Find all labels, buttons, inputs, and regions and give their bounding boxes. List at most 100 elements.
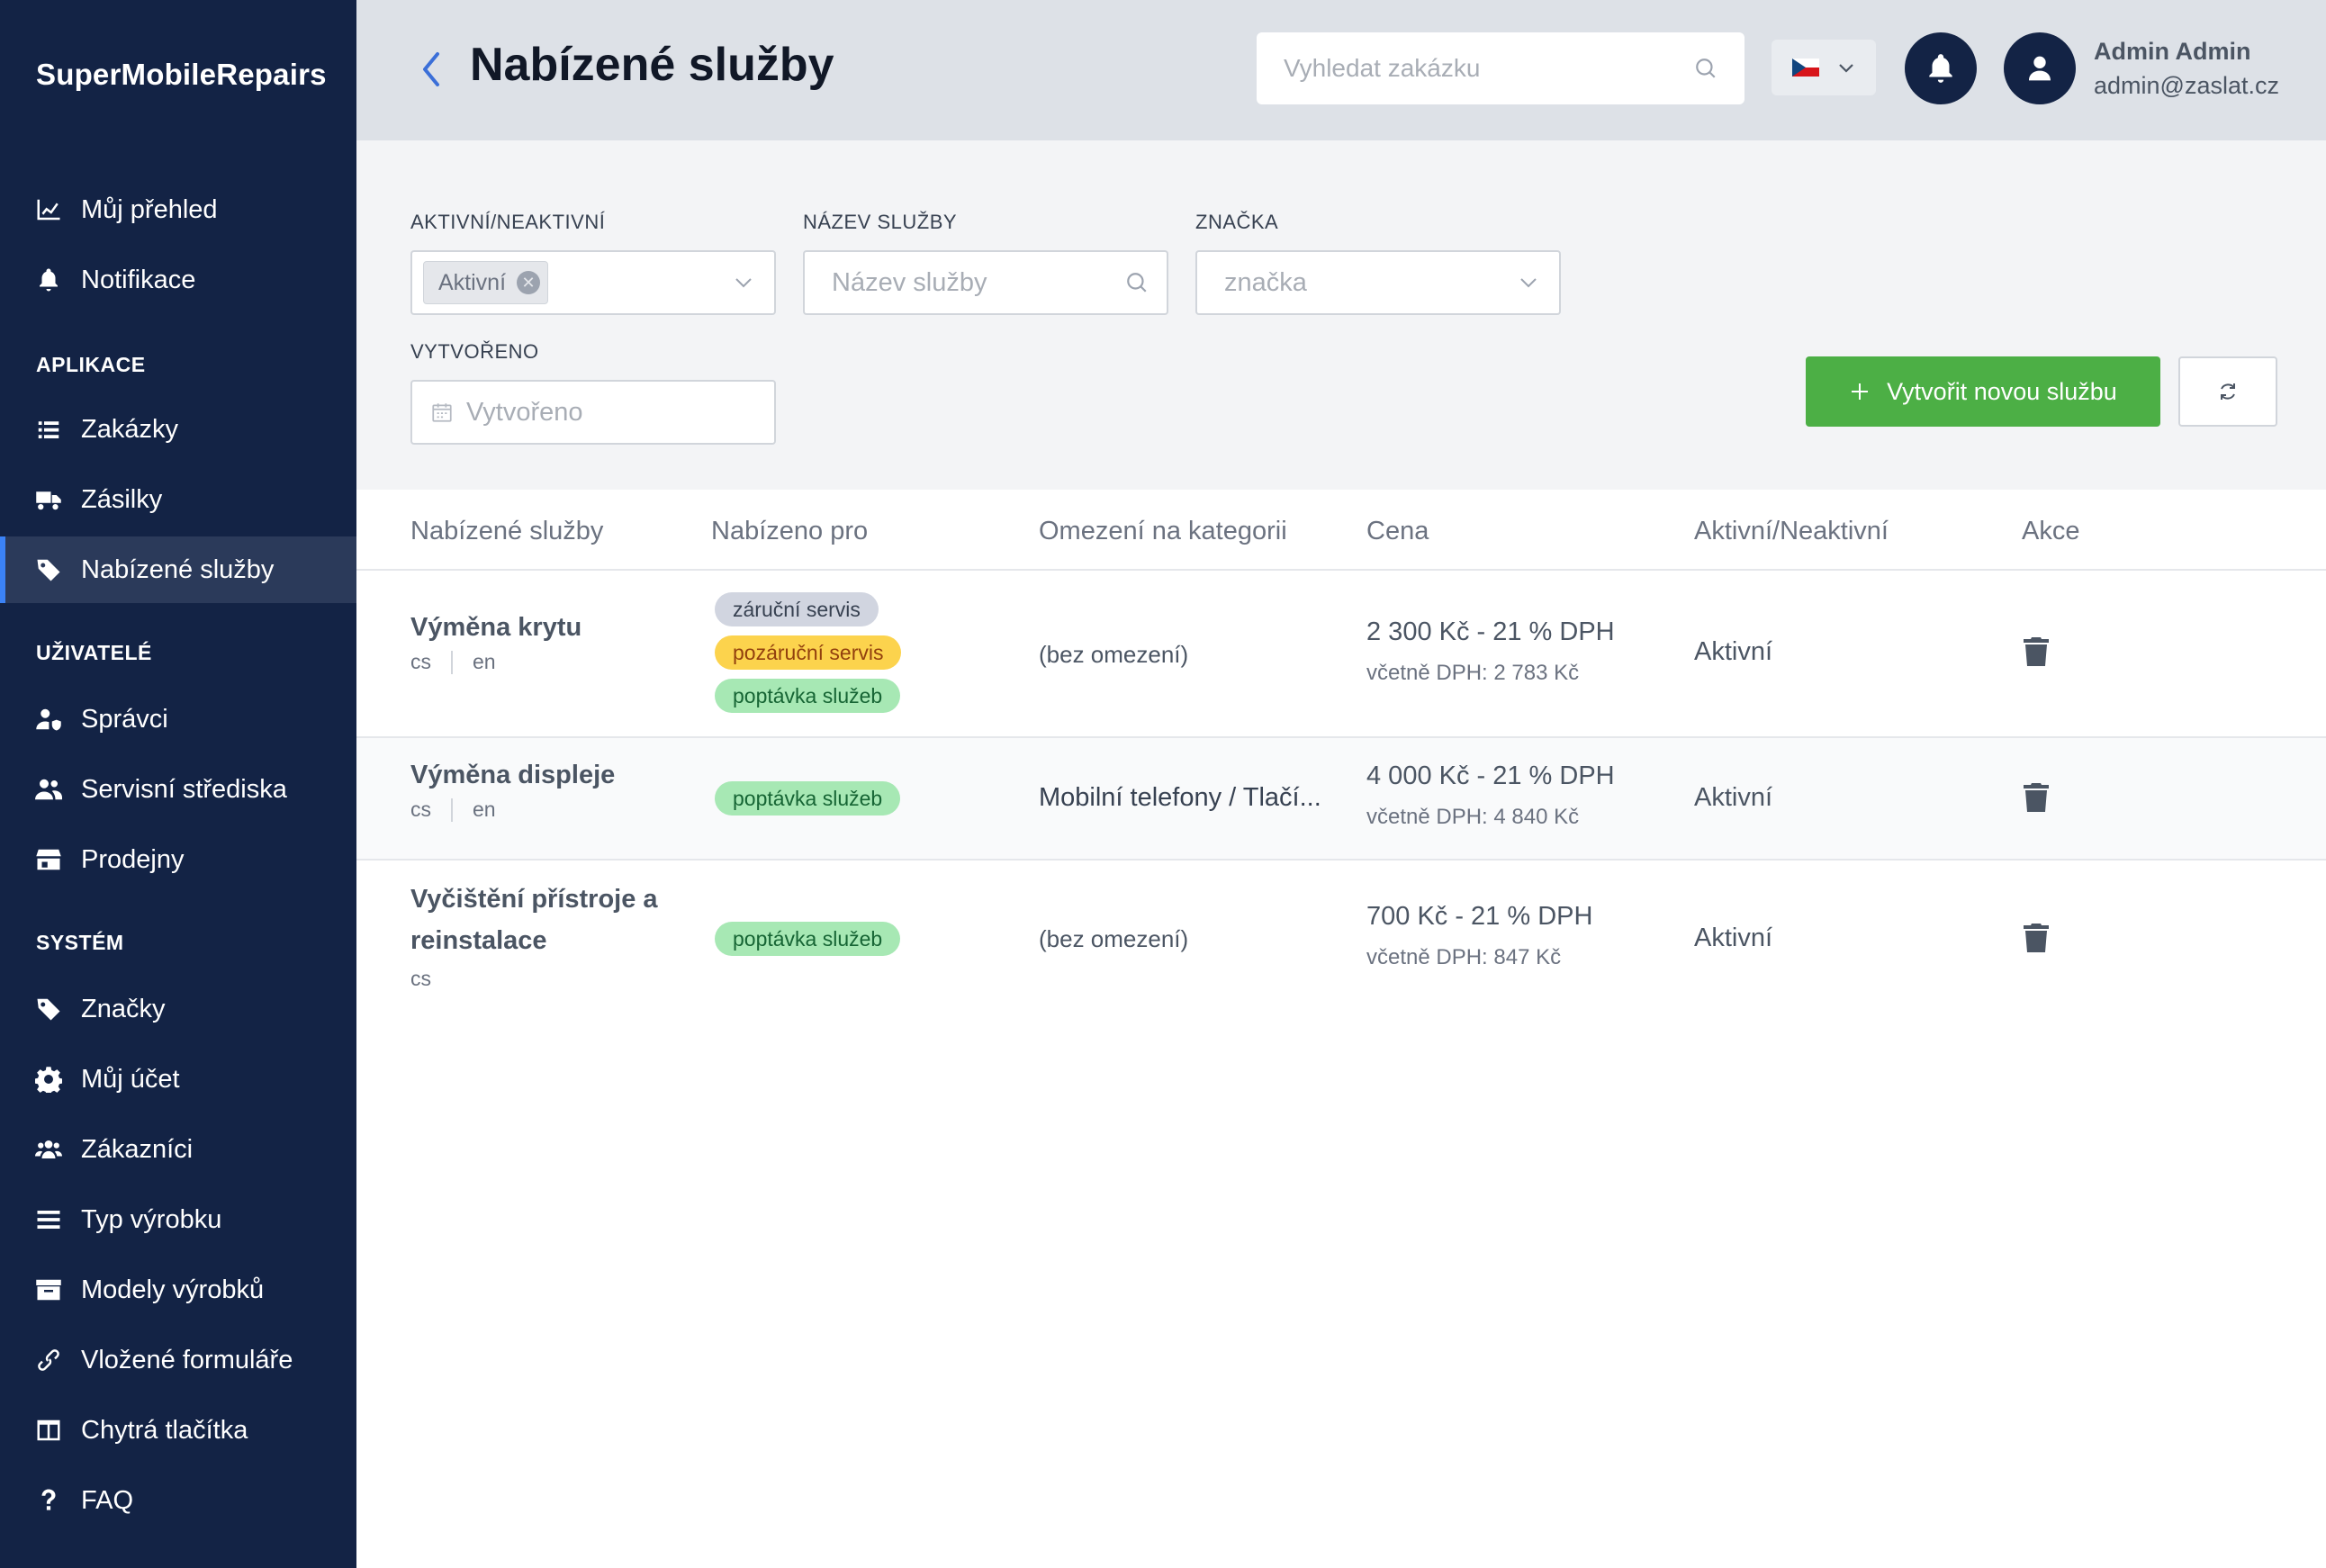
tag-icon bbox=[34, 995, 63, 1023]
badge-warranty: záruční servis bbox=[715, 592, 879, 626]
sidebar-item-nabizene-sluzby[interactable]: Nabízené služby bbox=[0, 536, 356, 603]
table-row[interactable]: Výměna krytu cs en záruční servis pozáru… bbox=[356, 571, 2326, 738]
service-name[interactable]: Výměna displeje bbox=[410, 754, 615, 796]
column-header-offered-for[interactable]: Nabízeno pro bbox=[711, 517, 868, 546]
section-uzivatele: UŽIVATELÉ bbox=[36, 641, 152, 664]
language-code[interactable]: en bbox=[473, 798, 496, 822]
section-system: SYSTÉM bbox=[36, 931, 124, 954]
sidebar-item-spravci[interactable]: Správci bbox=[0, 686, 356, 752]
service-name[interactable]: Výměna krytu bbox=[410, 607, 582, 648]
user-shield-icon bbox=[34, 705, 63, 734]
users-group-icon bbox=[34, 1135, 63, 1164]
sidebar-item-zasilky[interactable]: Zásilky bbox=[0, 466, 356, 533]
category-restriction: (bez omezení) bbox=[1039, 641, 1189, 668]
column-header-status[interactable]: Aktivní/Neaktivní bbox=[1694, 517, 1889, 546]
sidebar-item-label: Zakázky bbox=[81, 414, 178, 444]
language-select[interactable] bbox=[1772, 40, 1876, 95]
brand-filter-select[interactable]: značka bbox=[1195, 250, 1561, 315]
sidebar-item-muj-ucet[interactable]: Můj účet bbox=[0, 1046, 356, 1113]
language-code[interactable]: en bbox=[473, 650, 496, 674]
gear-icon bbox=[34, 1065, 63, 1094]
sidebar-item-label: Můj účet bbox=[81, 1064, 180, 1094]
sidebar-item-notifikace[interactable]: Notifikace bbox=[0, 247, 356, 313]
price-with-vat: včetně DPH: 4 840 Kč bbox=[1366, 805, 1580, 829]
users-icon bbox=[34, 775, 63, 804]
active-filter-select[interactable]: Aktivní ✕ bbox=[410, 250, 776, 315]
czech-flag-icon bbox=[1792, 59, 1819, 77]
sidebar-item-modely-vyrobku[interactable]: Modely výrobků bbox=[0, 1257, 356, 1323]
search-input[interactable] bbox=[1284, 54, 1680, 83]
brand-logo[interactable]: SuperMobileRepairs bbox=[36, 58, 327, 92]
language-code[interactable]: cs bbox=[410, 650, 431, 674]
active-tag: Aktivní ✕ bbox=[423, 261, 549, 304]
bell-icon bbox=[34, 266, 63, 294]
sidebar-item-znacky[interactable]: Značky bbox=[0, 976, 356, 1042]
back-arrow-icon[interactable] bbox=[418, 47, 445, 92]
user-icon bbox=[2029, 56, 2051, 81]
service-name-line: reinstalace bbox=[410, 926, 547, 955]
sidebar-item-prodejny[interactable]: Prodejny bbox=[0, 826, 356, 893]
user-name[interactable]: Admin Admin bbox=[2094, 38, 2251, 66]
trash-icon[interactable] bbox=[2024, 924, 2049, 952]
sidebar-item-label: Typ výrobku bbox=[81, 1204, 222, 1234]
column-header-category[interactable]: Omezení na kategorii bbox=[1039, 517, 1287, 546]
list-icon bbox=[34, 415, 63, 444]
language-code[interactable]: cs bbox=[410, 798, 431, 822]
sidebar-item-typ-vyrobku[interactable]: Typ výrobku bbox=[0, 1186, 356, 1253]
language-code[interactable]: cs bbox=[410, 967, 431, 991]
badge-post-warranty: pozáruční servis bbox=[715, 635, 902, 670]
status: Aktivní bbox=[1694, 637, 1773, 666]
sidebar-item-servisni-strediska[interactable]: Servisní střediska bbox=[0, 756, 356, 823]
sidebar-item-prehled[interactable]: Můj přehled bbox=[0, 176, 356, 243]
category-restriction: (bez omezení) bbox=[1039, 925, 1189, 952]
sidebar-item-label: Servisní střediska bbox=[81, 774, 287, 804]
service-name-line: Vyčištění přístroje a bbox=[410, 885, 658, 914]
sidebar-item-label: Modely výrobků bbox=[81, 1275, 265, 1304]
category-restriction: Mobilní telefony / Tlačí... bbox=[1039, 783, 1321, 812]
sidebar-item-label: Značky bbox=[81, 994, 166, 1023]
sidebar-item-vlozene-formulare[interactable]: Vložené formuláře bbox=[0, 1327, 356, 1393]
notifications-button[interactable] bbox=[1905, 32, 1977, 104]
table-row[interactable]: Vyčištění přístroje a reinstalace cs pop… bbox=[356, 861, 2326, 1023]
sidebar-item-label: Chytrá tlačítka bbox=[81, 1415, 248, 1445]
trash-icon[interactable] bbox=[2024, 783, 2049, 812]
create-service-label: Vytvořit novou službu bbox=[1887, 377, 2117, 405]
created-placeholder: Vytvořeno bbox=[466, 397, 583, 427]
language-list: cs bbox=[410, 967, 431, 991]
chevron-down-icon bbox=[735, 278, 752, 288]
badge-service-request: poptávka služeb bbox=[715, 679, 901, 713]
table-row[interactable]: Výměna displeje cs en poptávka služeb Mo… bbox=[356, 738, 2326, 861]
sidebar-item-chytra-tlacitka[interactable]: Chytrá tlačítka bbox=[0, 1397, 356, 1464]
refresh-icon bbox=[2221, 383, 2235, 400]
badge-service-request: poptávka služeb bbox=[715, 781, 901, 816]
column-header-price[interactable]: Cena bbox=[1366, 517, 1429, 546]
create-service-button[interactable]: Vytvořit novou službu bbox=[1806, 356, 2160, 427]
truck-icon bbox=[34, 485, 63, 514]
sidebar-item-label: Vložené formuláře bbox=[81, 1345, 293, 1374]
column-header-actions: Akce bbox=[2022, 517, 2080, 545]
sidebar-item-zakazky[interactable]: Zakázky bbox=[0, 396, 356, 463]
language-separator bbox=[451, 798, 453, 822]
service-name[interactable]: Vyčištění přístroje a reinstalace bbox=[410, 879, 658, 961]
language-list: cs en bbox=[410, 650, 496, 674]
trash-icon[interactable] bbox=[2024, 637, 2049, 666]
sidebar-item-zakaznici[interactable]: Zákazníci bbox=[0, 1116, 356, 1183]
service-name-field[interactable]: Název služby bbox=[803, 250, 1168, 315]
sidebar-item-faq[interactable]: FAQ bbox=[0, 1467, 356, 1534]
search-icon[interactable] bbox=[1694, 57, 1717, 80]
price: 2 300 Kč - 21 % DPH bbox=[1366, 617, 1615, 646]
sidebar-item-label: Zákazníci bbox=[81, 1134, 194, 1164]
sidebar-item-label: FAQ bbox=[81, 1485, 134, 1515]
avatar[interactable] bbox=[2004, 32, 2076, 104]
created-date-field[interactable]: Vytvořeno bbox=[410, 380, 776, 445]
status: Aktivní bbox=[1694, 783, 1773, 812]
services-table: Nabízené služby Nabízeno pro Omezení na … bbox=[356, 490, 2326, 1568]
refresh-button[interactable] bbox=[2178, 356, 2277, 427]
sidebar-item-label: Nabízené služby bbox=[81, 554, 275, 584]
question-icon bbox=[34, 1486, 63, 1515]
chart-line-icon bbox=[34, 195, 63, 224]
order-search bbox=[1257, 32, 1744, 104]
chevron-down-icon bbox=[1839, 64, 1853, 73]
remove-tag-icon[interactable]: ✕ bbox=[517, 271, 541, 294]
column-header-services[interactable]: Nabízené služby bbox=[410, 517, 603, 546]
